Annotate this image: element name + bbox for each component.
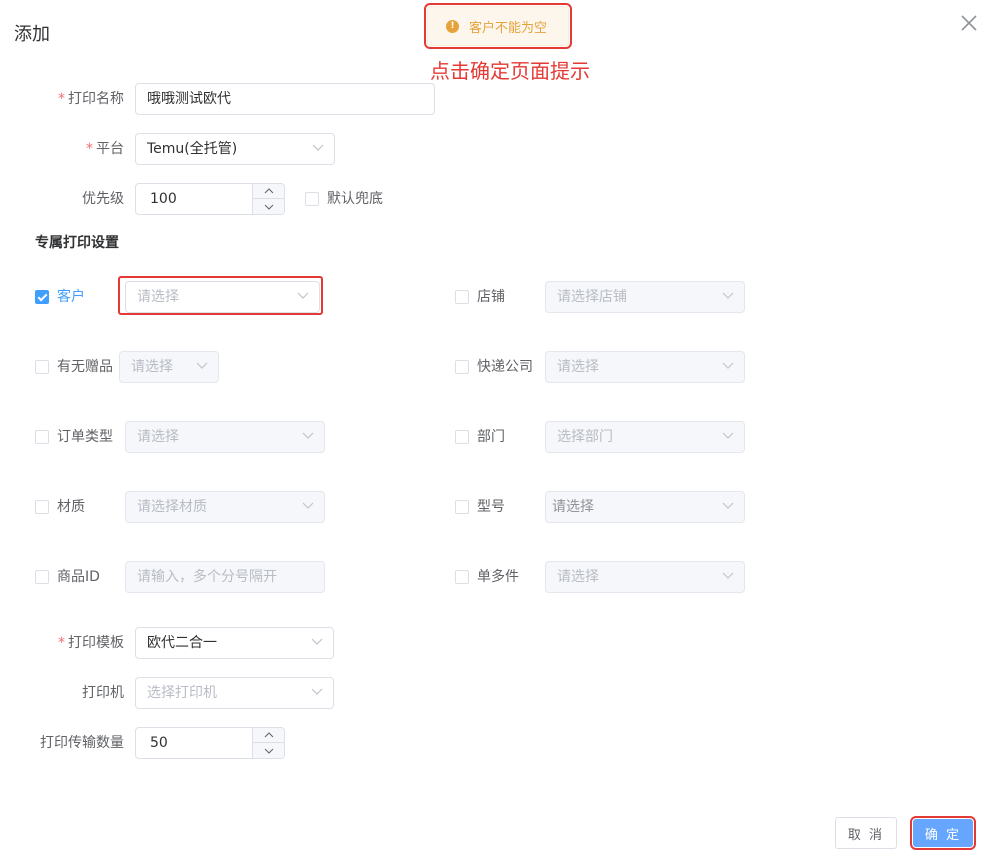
transfer-count-label: 打印传输数量 [40, 735, 124, 751]
customer-checkbox[interactable] [35, 290, 49, 304]
chevron-down-icon [311, 638, 323, 645]
customer-select[interactable]: 请选择 [125, 281, 320, 313]
print-name-input[interactable]: 哦哦测试欧代 [135, 83, 435, 115]
section-title: 专属打印设置 [35, 235, 119, 251]
print-template-select[interactable]: 欧代二合一 [135, 627, 334, 659]
order-type-select[interactable]: 请选择 [125, 421, 325, 453]
decrease-button[interactable] [253, 199, 284, 214]
department-checkbox[interactable] [455, 430, 469, 444]
cancel-button[interactable]: 取 消 [835, 817, 897, 849]
chevron-down-icon [311, 688, 323, 695]
gift-label: 有无赠品 [57, 359, 113, 375]
chevron-down-icon [722, 292, 734, 299]
chevron-down-icon [196, 362, 208, 369]
printer-select[interactable]: 选择打印机 [135, 677, 334, 709]
chevron-down-icon [297, 292, 309, 299]
transfer-count-number-input[interactable]: 50 [135, 727, 285, 759]
chevron-up-icon [264, 188, 273, 194]
multi-piece-checkbox[interactable] [455, 570, 469, 584]
model-checkbox[interactable] [455, 500, 469, 514]
chevron-up-icon [264, 732, 273, 738]
printer-label: 打印机 [82, 685, 124, 701]
material-select[interactable]: 请选择材质 [125, 491, 325, 523]
platform-label: * 平台 [86, 141, 124, 157]
model-select[interactable]: 请选择 [545, 491, 745, 523]
increase-button[interactable] [253, 184, 284, 199]
chevron-down-icon [264, 204, 273, 210]
toast-message: 客户不能为空 [469, 20, 548, 36]
gift-select[interactable]: 请选择 [119, 351, 219, 383]
warning-toast: ! 客户不能为空 [424, 3, 572, 49]
department-label: 部门 [477, 429, 505, 445]
priority-number-input[interactable]: 100 [135, 183, 285, 215]
product-id-checkbox[interactable] [35, 570, 49, 584]
gift-checkbox[interactable] [35, 360, 49, 374]
chevron-down-icon [722, 432, 734, 439]
increase-button[interactable] [253, 728, 284, 743]
chevron-down-icon [312, 144, 324, 151]
close-icon[interactable] [958, 12, 980, 34]
platform-select[interactable]: Temu(全托管) [135, 133, 335, 165]
priority-label: 优先级 [82, 191, 124, 207]
shop-checkbox[interactable] [455, 290, 469, 304]
shop-label: 店铺 [477, 289, 505, 305]
chevron-down-icon [722, 502, 734, 509]
order-type-checkbox[interactable] [35, 430, 49, 444]
default-fallback-checkbox[interactable] [305, 192, 319, 206]
confirm-button[interactable]: 确 定 [910, 816, 976, 850]
chevron-down-icon [722, 362, 734, 369]
material-checkbox[interactable] [35, 500, 49, 514]
material-label: 材质 [57, 499, 85, 515]
express-checkbox[interactable] [455, 360, 469, 374]
print-name-label: * 打印名称 [58, 91, 124, 107]
chevron-down-icon [302, 432, 314, 439]
default-fallback-label: 默认兜底 [327, 191, 383, 207]
chevron-down-icon [264, 748, 273, 754]
department-select[interactable]: 选择部门 [545, 421, 745, 453]
chevron-down-icon [302, 502, 314, 509]
shop-select[interactable]: 请选择店铺 [545, 281, 745, 313]
model-label: 型号 [477, 499, 505, 515]
annotation-note: 点击确定页面提示 [430, 59, 590, 83]
chevron-down-icon [722, 572, 734, 579]
decrease-button[interactable] [253, 743, 284, 758]
product-id-input[interactable]: 请输入，多个分号隔开 [125, 561, 325, 593]
express-label: 快递公司 [477, 359, 533, 375]
order-type-label: 订单类型 [57, 429, 113, 445]
express-select[interactable]: 请选择 [545, 351, 745, 383]
multi-piece-select[interactable]: 请选择 [545, 561, 745, 593]
multi-piece-label: 单多件 [477, 569, 519, 585]
dialog-title: 添加 [14, 24, 50, 45]
warning-icon: ! [446, 19, 459, 33]
print-template-label: * 打印模板 [58, 635, 124, 651]
customer-label: 客户 [57, 289, 85, 305]
product-id-label: 商品ID [57, 569, 100, 585]
